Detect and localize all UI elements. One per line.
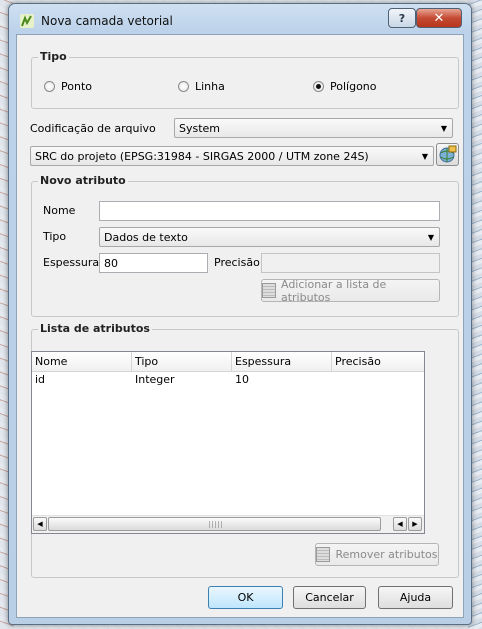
crs-select[interactable]: SRC do projeto (EPSG:31984 - SIRGAS 2000…: [30, 146, 434, 166]
encoding-select[interactable]: System ▼: [174, 118, 453, 138]
help-label: Ajuda: [399, 591, 432, 604]
radio-linha[interactable]: Linha: [178, 80, 225, 93]
close-icon: ✕: [433, 10, 445, 26]
radio-linha-indicator[interactable]: [178, 81, 189, 92]
column-header-espessura[interactable]: Espessura: [232, 352, 332, 371]
column-header-tipo[interactable]: Tipo: [132, 352, 232, 371]
attribute-table[interactable]: Nome Tipo Espessura Precisão id Integer …: [31, 351, 425, 534]
precision-label: Precisão: [214, 256, 260, 269]
width-input-value: 80: [104, 257, 118, 270]
globe-icon: [439, 145, 457, 163]
radio-poligono-label: Polígono: [330, 80, 377, 93]
add-table-icon: [262, 283, 276, 298]
type-select[interactable]: Dados de texto ▼: [99, 227, 440, 247]
tipo-group-title: Tipo: [38, 50, 69, 63]
remove-attributes-label: Remover atributos: [335, 548, 438, 561]
radio-poligono[interactable]: Polígono: [313, 80, 377, 93]
qgis-pencil-icon: [20, 14, 34, 28]
help-button[interactable]: Ajuda: [378, 586, 453, 609]
cell-precisao: [332, 372, 424, 389]
chevron-down-icon: ▼: [440, 123, 448, 133]
ok-button[interactable]: OK: [208, 586, 283, 609]
radio-linha-label: Linha: [195, 80, 225, 93]
chevron-down-icon: ▼: [427, 232, 435, 242]
encoding-value: System: [179, 122, 221, 135]
cell-espessura: 10: [235, 373, 249, 386]
cell-tipo: Integer: [135, 373, 175, 386]
help-title-button[interactable]: ?: [388, 8, 416, 28]
precision-input[interactable]: [261, 253, 440, 273]
radio-ponto[interactable]: Ponto: [44, 80, 92, 93]
chevron-down-icon: ▼: [421, 151, 429, 161]
dialog-body: Tipo Ponto Linha Polígono Codificação de…: [16, 34, 464, 618]
type-label: Tipo: [43, 230, 67, 243]
ok-label: OK: [237, 591, 254, 604]
column-header-nome[interactable]: Nome: [32, 352, 132, 371]
radio-poligono-indicator[interactable]: [313, 81, 324, 92]
column-header-precisao[interactable]: Precisão: [332, 352, 424, 371]
new-attribute-title: Novo atributo: [38, 174, 128, 187]
crs-selector-button[interactable]: [436, 143, 459, 166]
title-bar[interactable]: Nova camada vetorial ? ✕: [9, 4, 471, 34]
add-attribute-label: Adicionar a lista de atributos: [280, 277, 387, 304]
width-label: Espessura: [43, 256, 100, 269]
attribute-list-title: Lista de atributos: [38, 322, 152, 335]
table-header: Nome Tipo Espessura Precisão: [32, 352, 424, 372]
width-input[interactable]: 80: [99, 253, 208, 273]
remove-attributes-button[interactable]: Remover atributos: [315, 543, 439, 566]
scrollbar-thumb[interactable]: [48, 517, 381, 531]
window-title: Nova camada vetorial: [41, 14, 173, 28]
encoding-label: Codificação de arquivo: [30, 122, 156, 135]
new-attribute-group: Novo atributo Nome Tipo Dados de texto ▼…: [31, 174, 459, 317]
radio-ponto-indicator[interactable]: [44, 81, 55, 92]
tipo-group: Tipo Ponto Linha Polígono: [31, 50, 459, 109]
crs-value: SRC do projeto (EPSG:31984 - SIRGAS 2000…: [35, 150, 369, 163]
table-row[interactable]: id Integer 10: [32, 372, 424, 389]
grip-icon: [209, 521, 223, 528]
type-value: Dados de texto: [104, 231, 188, 244]
scroll-right-icon[interactable]: ▶: [408, 517, 422, 531]
close-button[interactable]: ✕: [416, 8, 462, 28]
cell-nome: id: [35, 373, 46, 386]
dialog-window: Nova camada vetorial ? ✕ Tipo Ponto Linh…: [8, 3, 472, 625]
name-label: Nome: [43, 204, 76, 217]
radio-ponto-label: Ponto: [61, 80, 92, 93]
horizontal-scrollbar[interactable]: ◀ ◀ ▶: [32, 515, 424, 533]
remove-table-icon: [316, 547, 331, 562]
add-attribute-button[interactable]: Adicionar a lista de atributos: [261, 277, 440, 304]
cancel-button[interactable]: Cancelar: [293, 586, 366, 609]
help-title-label: ?: [398, 11, 406, 25]
cancel-label: Cancelar: [305, 591, 354, 604]
name-input[interactable]: [99, 201, 440, 221]
scroll-left-icon[interactable]: ◀: [33, 517, 47, 531]
scroll-left-icon-2[interactable]: ◀: [393, 517, 407, 531]
